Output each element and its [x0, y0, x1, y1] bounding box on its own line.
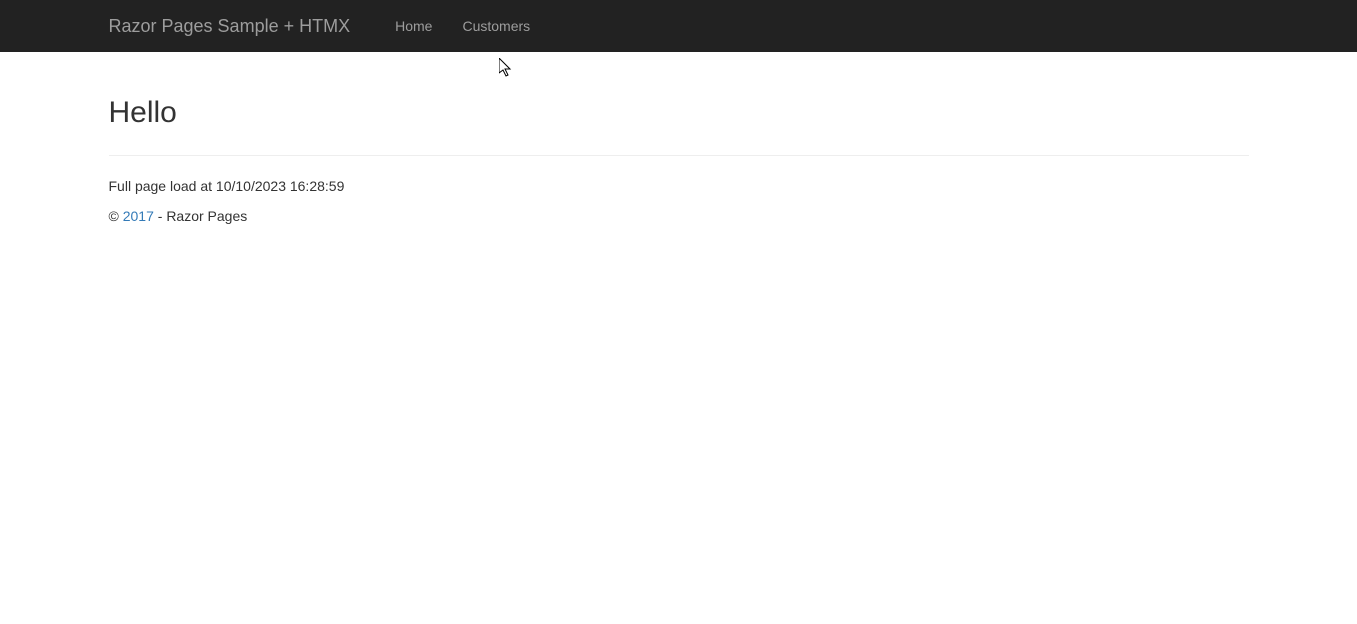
nav-item-home: Home [380, 1, 447, 51]
footer-text: © 2017 - Razor Pages [109, 206, 1249, 226]
page-heading: Hello [109, 92, 1249, 135]
nav-link-home[interactable]: Home [380, 1, 447, 51]
navbar: Razor Pages Sample + HTMX Home Customers [0, 0, 1357, 52]
navbar-container: Razor Pages Sample + HTMX Home Customers [94, 1, 1264, 51]
divider [109, 155, 1249, 156]
footer-suffix: - Razor Pages [154, 208, 247, 224]
nav-item-customers: Customers [447, 1, 545, 51]
copyright-prefix: © [109, 208, 123, 224]
navbar-brand[interactable]: Razor Pages Sample + HTMX [109, 1, 366, 51]
navbar-nav: Home Customers [380, 1, 545, 51]
footer-year-link[interactable]: 2017 [123, 208, 154, 224]
footer: © 2017 - Razor Pages [109, 206, 1249, 226]
main-container: Hello Full page load at 10/10/2023 16:28… [94, 52, 1264, 226]
nav-link-customers[interactable]: Customers [447, 1, 545, 51]
load-info: Full page load at 10/10/2023 16:28:59 [109, 176, 1249, 196]
